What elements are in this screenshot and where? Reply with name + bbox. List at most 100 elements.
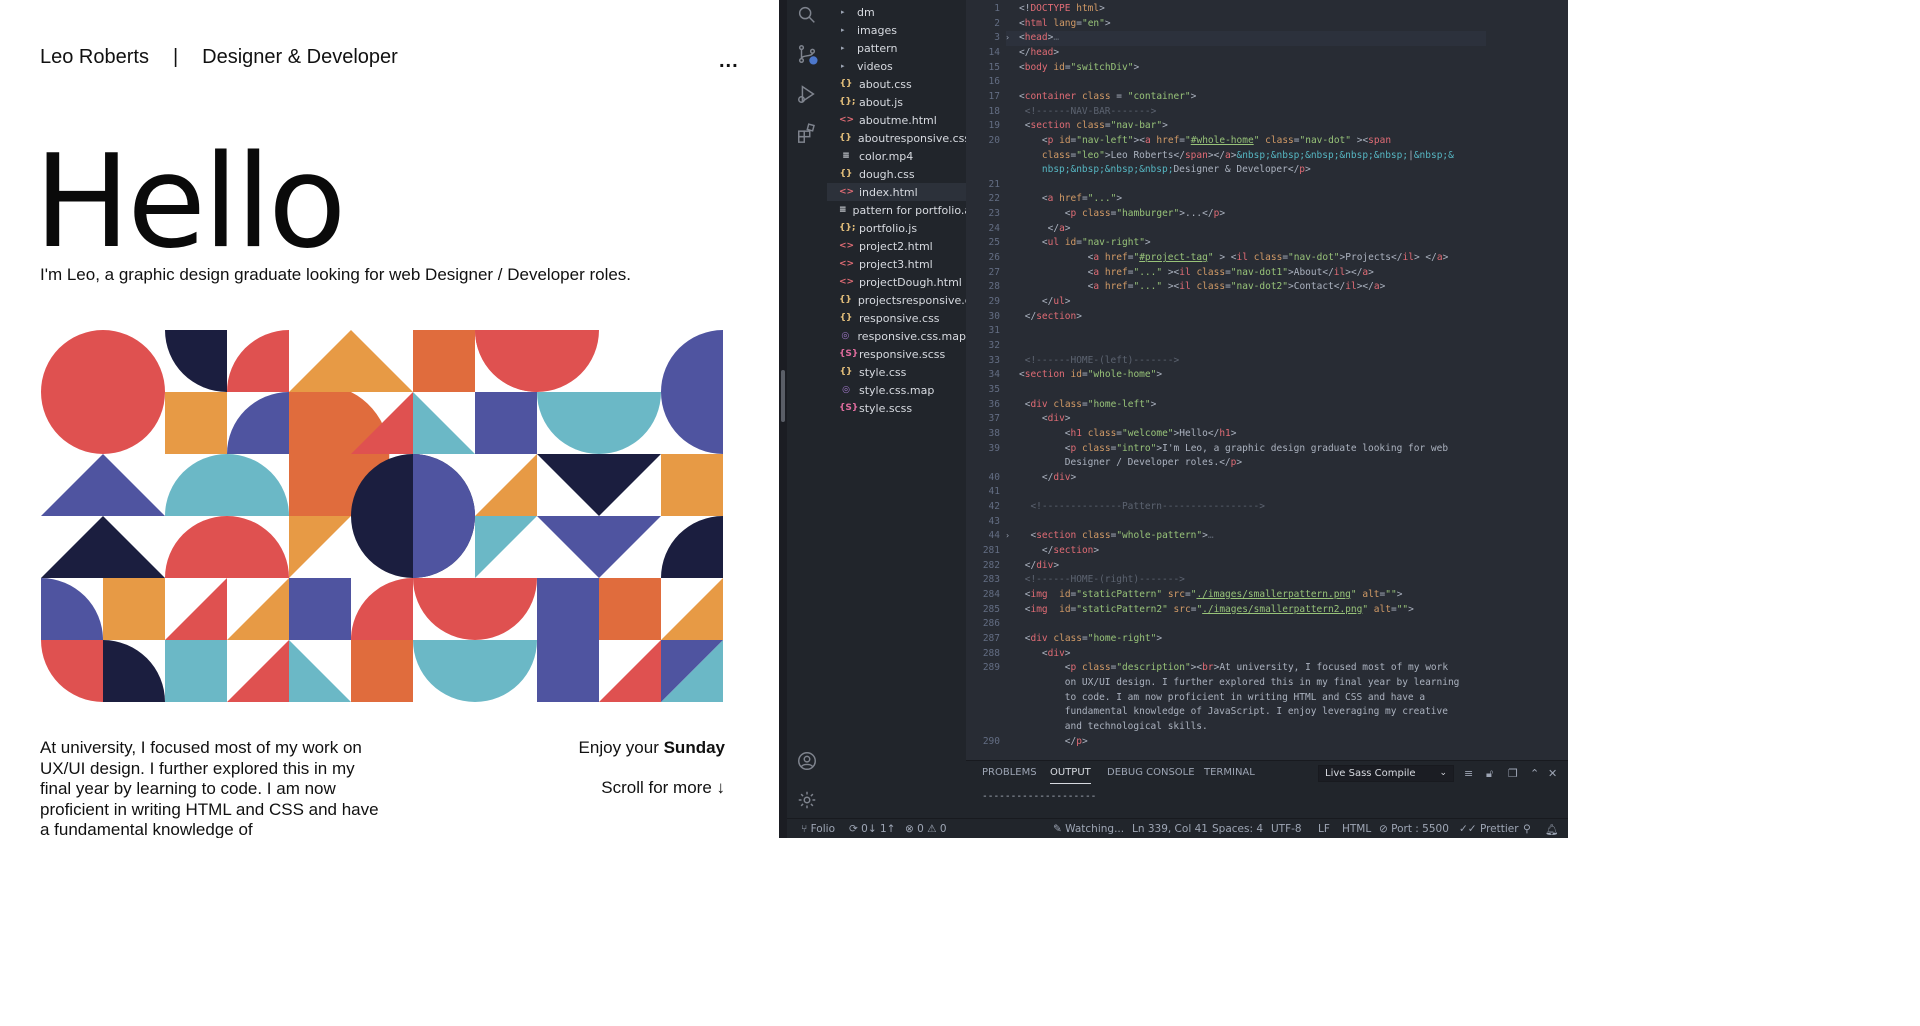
explorer-file[interactable]: <> projectDough.html <box>827 273 966 291</box>
code-line[interactable]: </section> <box>1019 545 1099 556</box>
source-control-icon[interactable] <box>795 42 819 66</box>
explorer-file[interactable]: {} dough.css <box>827 165 966 183</box>
code-line[interactable]: <a href="..." ><il class="nav-dot1">Abou… <box>1019 267 1374 278</box>
code-line[interactable]: <body id="switchDiv"> <box>1019 62 1139 73</box>
status-live-server[interactable]: ⊘ Port : 5500 <box>1379 823 1449 835</box>
code-line[interactable]: <div class="home-right"> <box>1019 633 1162 644</box>
explorer-file[interactable]: {} projectsresponsive.c... <box>827 291 966 309</box>
code-line[interactable]: to code. I am now proficient in writing … <box>1019 692 1425 703</box>
tab-problems[interactable]: PROBLEMS <box>982 767 1037 778</box>
status-sync[interactable]: ⟳ 0↓ 1↑ <box>849 823 895 835</box>
extensions-icon[interactable] <box>795 121 819 145</box>
status-eol[interactable]: LF <box>1318 823 1330 835</box>
bell-icon[interactable]: 🔔︎ <box>1545 823 1558 836</box>
settings-gear-icon[interactable] <box>795 788 819 812</box>
nav-home-link[interactable]: Leo Roberts <box>40 46 149 69</box>
code-line[interactable]: <!------NAV-BAR-------> <box>1019 106 1157 117</box>
code-line[interactable]: <p class="description"><br>At university… <box>1019 662 1448 673</box>
split-divider[interactable] <box>779 0 787 838</box>
status-prettier[interactable]: ✓✓ Prettier <box>1459 823 1519 835</box>
editor-pane[interactable]: 1 <!DOCTYPE html> 2 <html lang="en"> 3 › <head… <box>966 0 1568 760</box>
code-line[interactable]: </head> <box>1019 47 1059 58</box>
code-line[interactable]: class="leo">Leo Roberts</span></a>&nbsp;… <box>1019 150 1454 161</box>
run-debug-icon[interactable] <box>795 82 819 106</box>
code-line[interactable]: <p class="hamburger">...</p> <box>1019 208 1225 219</box>
code-line[interactable]: </ul> <box>1019 296 1071 307</box>
code-line[interactable]: <div> <box>1019 413 1071 424</box>
lock-icon[interactable]: 🔓︎ <box>1486 767 1493 781</box>
explorer-file[interactable]: <> aboutme.html <box>827 111 966 129</box>
code-line[interactable]: <head>… <box>1019 32 1059 43</box>
explorer-folder[interactable]: ▸ images <box>827 21 966 39</box>
explorer-file[interactable]: ◎ responsive.css.map <box>827 327 966 345</box>
code-line[interactable]: </div> <box>1019 560 1059 571</box>
copy-icon[interactable]: ❐ <box>1508 767 1518 780</box>
scroll-hint[interactable]: Scroll for more ↓ <box>601 778 725 798</box>
tab-debug-console[interactable]: DEBUG CONSOLE <box>1107 767 1195 778</box>
person-icon[interactable]: ⚲ <box>1523 823 1531 835</box>
code-line[interactable]: <a href="..." ><il class="nav-dot2">Cont… <box>1019 281 1386 292</box>
close-panel-icon[interactable]: ✕ <box>1548 767 1557 780</box>
account-icon[interactable] <box>795 749 819 773</box>
status-problems[interactable]: ⊗ 0 ⚠ 0 <box>905 823 947 835</box>
status-cursor-position[interactable]: Ln 339, Col 41 <box>1132 823 1208 835</box>
tab-terminal[interactable]: TERMINAL <box>1204 767 1255 778</box>
code-line[interactable]: Designer / Developer roles.</p> <box>1019 457 1242 468</box>
explorer-file[interactable]: ◎ style.css.map <box>827 381 966 399</box>
status-branch[interactable]: ⑂ Folio <box>801 823 835 835</box>
code-line[interactable]: <div class="home-left"> <box>1019 399 1157 410</box>
explorer-file[interactable]: {} style.css <box>827 363 966 381</box>
output-channel-select[interactable]: Live Sass Compile ⌄ <box>1318 765 1454 782</box>
code-line[interactable]: </div> <box>1019 472 1076 483</box>
explorer-file[interactable]: {} aboutresponsive.css <box>827 129 966 147</box>
tab-output[interactable]: OUTPUT <box>1050 767 1091 784</box>
code-line[interactable]: <!------HOME-(right)-------> <box>1019 574 1185 585</box>
code-line[interactable]: <!--------------Pattern-----------------… <box>1019 501 1265 512</box>
explorer-folder[interactable]: ▸ videos <box>827 57 966 75</box>
explorer-file[interactable]: {}; about.js <box>827 93 966 111</box>
code-line[interactable]: <a href="..."> <box>1019 193 1122 204</box>
explorer-file[interactable]: {S} responsive.scss <box>827 345 966 363</box>
hamburger-menu-button[interactable]: ... <box>719 50 739 73</box>
divider-grip[interactable] <box>781 370 785 422</box>
code-line[interactable]: and technological skills. <box>1019 721 1208 732</box>
fold-chevron-icon[interactable]: › <box>1006 33 1009 42</box>
fold-chevron-icon[interactable]: › <box>1006 531 1009 540</box>
code-line[interactable]: </p> <box>1019 736 1088 747</box>
code-line[interactable]: nbsp;&nbsp;&nbsp;&nbsp;Designer & Develo… <box>1019 164 1311 175</box>
explorer-file[interactable]: {S} style.scss <box>827 399 966 417</box>
status-indentation[interactable]: Spaces: 4 <box>1212 823 1263 835</box>
explorer-file[interactable]: ≡ pattern for portfolio.ai <box>827 201 966 219</box>
explorer-file[interactable]: {}; portfolio.js <box>827 219 966 237</box>
explorer-folder[interactable]: ▸ dm <box>827 3 966 21</box>
code-line[interactable]: <!------HOME-(left)-------> <box>1019 355 1179 366</box>
code-line[interactable]: <html lang="en"> <box>1019 18 1111 29</box>
code-line[interactable]: <container class = "container"> <box>1019 91 1196 102</box>
code-line[interactable]: <ul id="nav-right"> <box>1019 237 1151 248</box>
code-line[interactable]: <h1 class="welcome">Hello</h1> <box>1019 428 1237 439</box>
explorer-file[interactable]: <> project2.html <box>827 237 966 255</box>
code-line[interactable]: fundamental knowledge of JavaScript. I e… <box>1019 706 1448 717</box>
code-line[interactable]: <section class="nav-bar"> <box>1019 120 1168 131</box>
search-icon[interactable] <box>795 3 819 27</box>
explorer-file[interactable]: <> project3.html <box>827 255 966 273</box>
code-line[interactable]: <p class="intro">I'm Leo, a graphic desi… <box>1019 443 1448 454</box>
code-line[interactable]: <section id="whole-home"> <box>1019 369 1162 380</box>
filter-lines-icon[interactable]: ≡ <box>1464 767 1473 780</box>
code-line[interactable]: <img id="staticPattern" src="./images/sm… <box>1019 589 1403 600</box>
code-line[interactable]: <a href="#project-tag" > <il class="nav-… <box>1019 252 1449 263</box>
status-encoding[interactable]: UTF-8 <box>1271 823 1302 835</box>
status-language[interactable]: HTML <box>1342 823 1371 835</box>
code-line[interactable]: </a> <box>1019 223 1071 234</box>
explorer-file[interactable]: {} about.css <box>827 75 966 93</box>
code-line[interactable]: <div> <box>1019 648 1071 659</box>
code-line[interactable]: on UX/UI design. I further explored this… <box>1019 677 1460 688</box>
status-sass-watch[interactable]: ✎ Watching... <box>1053 823 1124 835</box>
explorer-file[interactable]: {} responsive.css <box>827 309 966 327</box>
explorer-file[interactable]: ≡ color.mp4 <box>827 147 966 165</box>
maximize-panel-icon[interactable]: ⌃ <box>1530 767 1539 780</box>
code-line[interactable]: <section class="whole-pattern">… <box>1019 530 1213 541</box>
explorer-folder[interactable]: ▸ pattern <box>827 39 966 57</box>
code-line[interactable]: <img id="staticPattern2" src="./images/s… <box>1019 604 1414 615</box>
code-line[interactable]: <p id="nav-left"><a href="#whole-home" c… <box>1019 135 1391 146</box>
